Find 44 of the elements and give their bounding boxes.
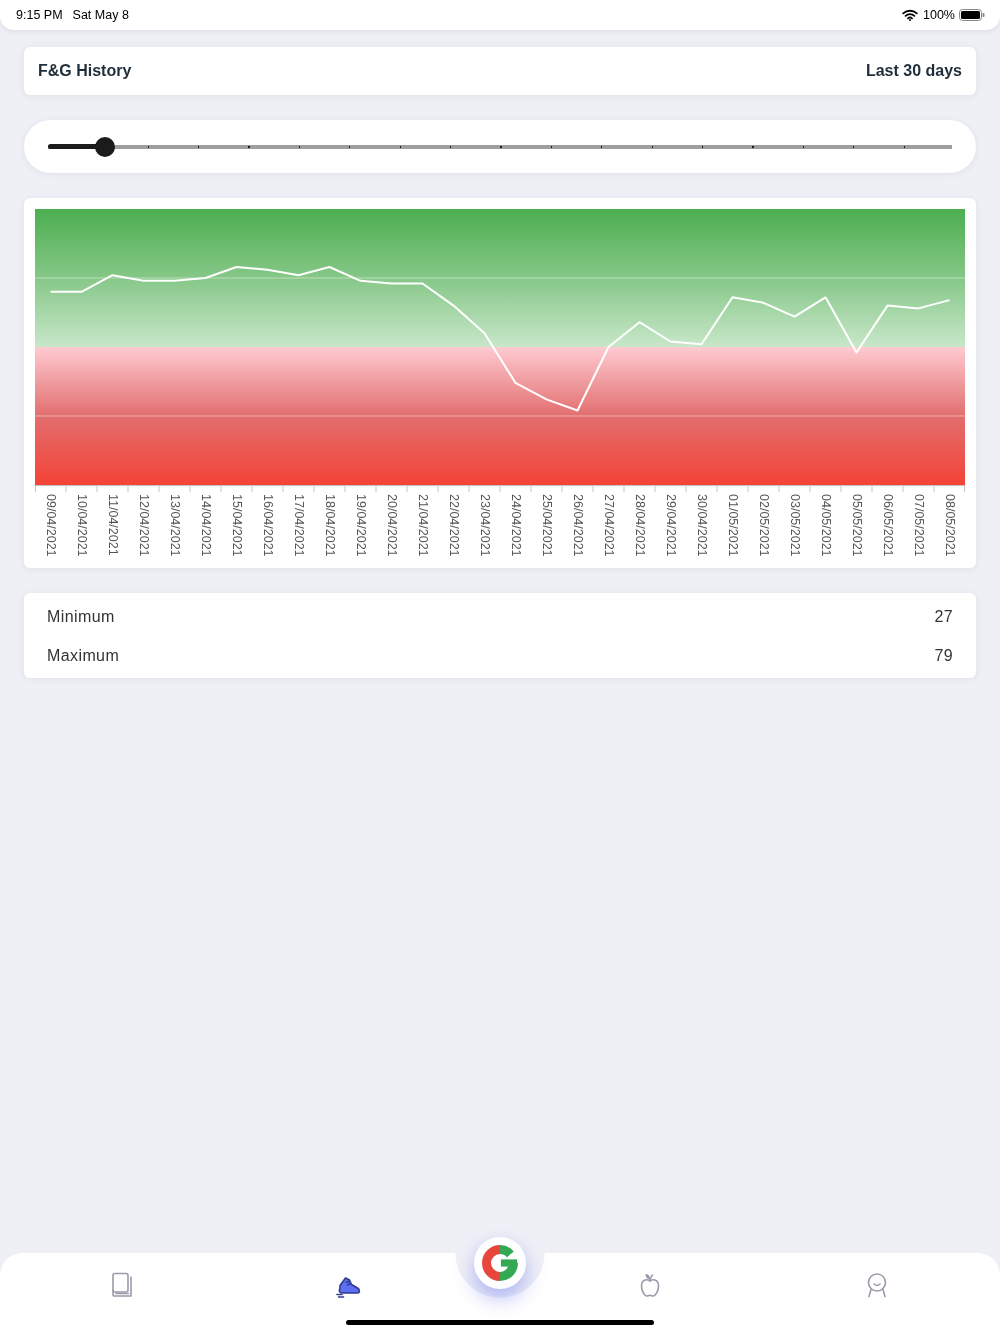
date-label: 04/05/2021 bbox=[819, 494, 832, 557]
stat-value: 27 bbox=[934, 607, 953, 626]
date-label: 09/04/2021 bbox=[44, 494, 57, 557]
date-label: 17/04/2021 bbox=[292, 494, 305, 557]
date-label: 07/05/2021 bbox=[912, 494, 925, 557]
battery-percent: 100% bbox=[923, 8, 955, 22]
date-label: 27/04/2021 bbox=[602, 494, 615, 557]
date-label: 11/04/2021 bbox=[106, 494, 119, 557]
stat-label: Maximum bbox=[47, 646, 120, 665]
date-label: 29/04/2021 bbox=[664, 494, 677, 557]
date-label: 22/04/2021 bbox=[447, 494, 460, 557]
date-label: 10/04/2021 bbox=[75, 494, 88, 557]
date-label: 01/05/2021 bbox=[726, 494, 739, 557]
date-label: 08/05/2021 bbox=[943, 494, 956, 557]
date-label: 13/04/2021 bbox=[168, 494, 181, 557]
battery-icon bbox=[959, 9, 985, 21]
date-label: 16/04/2021 bbox=[261, 494, 274, 557]
g-logo-icon bbox=[482, 1245, 518, 1281]
date-label: 06/05/2021 bbox=[881, 494, 894, 557]
date-label: 12/04/2021 bbox=[137, 494, 150, 557]
date-label: 23/04/2021 bbox=[478, 494, 491, 557]
date-label: 19/04/2021 bbox=[354, 494, 367, 557]
date-label: 14/04/2021 bbox=[199, 494, 212, 557]
stat-value: 79 bbox=[934, 646, 953, 665]
wifi-icon bbox=[902, 9, 918, 21]
page-title: F&G History bbox=[38, 62, 132, 80]
date-label: 02/05/2021 bbox=[757, 494, 770, 557]
date-label: 21/04/2021 bbox=[416, 494, 429, 557]
stat-label: Minimum bbox=[47, 607, 115, 626]
status-date: Sat May 8 bbox=[72, 8, 129, 22]
date-label: 05/05/2021 bbox=[850, 494, 863, 557]
date-label: 26/04/2021 bbox=[571, 494, 584, 557]
date-label: 20/04/2021 bbox=[385, 494, 398, 557]
logo-button[interactable] bbox=[474, 1237, 526, 1289]
date-label: 03/05/2021 bbox=[788, 494, 801, 557]
date-label: 30/04/2021 bbox=[695, 494, 708, 557]
date-label: 24/04/2021 bbox=[509, 494, 522, 557]
date-label: 18/04/2021 bbox=[323, 494, 336, 557]
slider-thumb[interactable] bbox=[94, 136, 115, 157]
date-label: 25/04/2021 bbox=[540, 494, 553, 557]
status-time: 9:15 PM bbox=[16, 8, 63, 22]
date-label: 28/04/2021 bbox=[633, 494, 646, 557]
date-label: 15/04/2021 bbox=[230, 494, 243, 557]
period-label: Last 30 days bbox=[865, 62, 962, 80]
